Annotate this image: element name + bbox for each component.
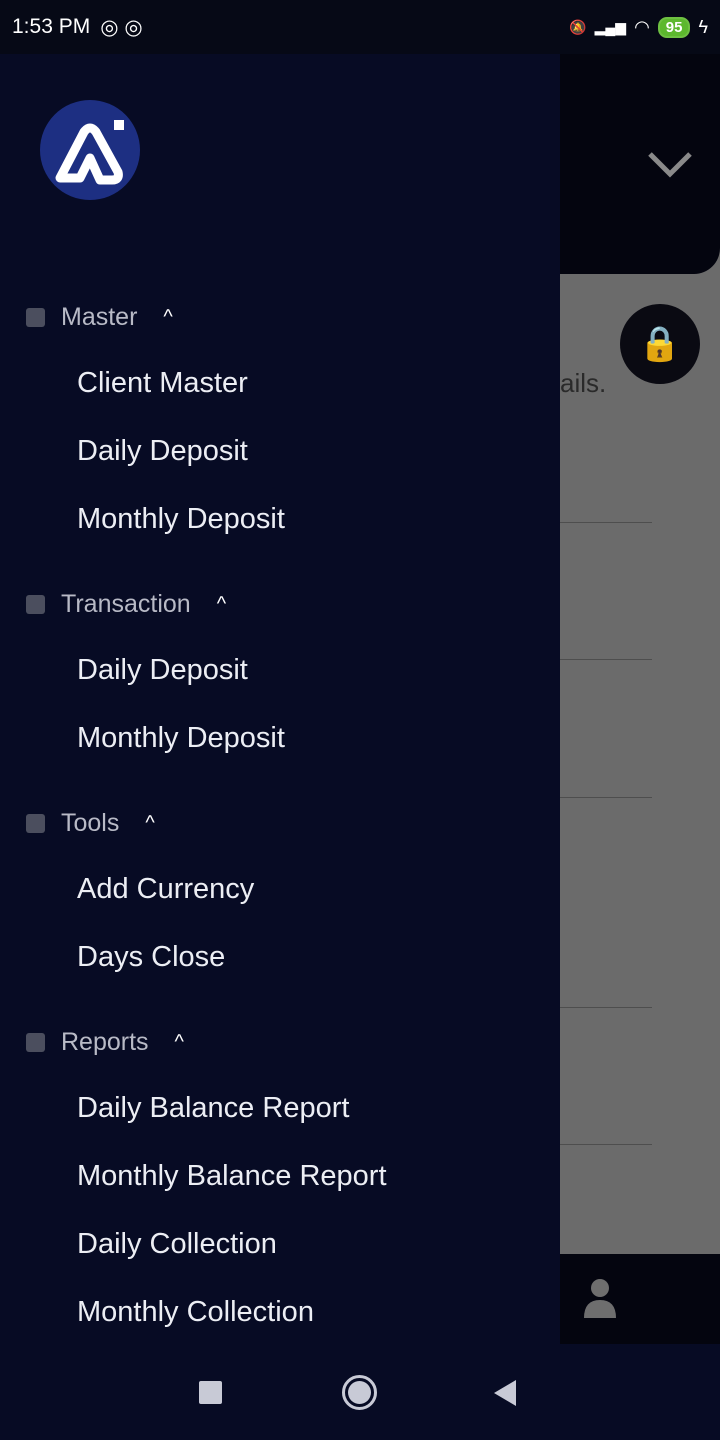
mute-icon: 🔕 xyxy=(569,18,587,35)
section-checkbox-icon xyxy=(26,308,45,327)
chevron-up-icon[interactable]: ^ xyxy=(163,306,172,329)
status-bar: 1:53 PM ◎ ◎ 🔕 ▂▄▆ ◠ 95 ϟ xyxy=(0,0,720,54)
section-checkbox-icon xyxy=(26,814,45,833)
menu-item[interactable]: Monthly Collection xyxy=(77,1296,314,1329)
chevron-up-icon[interactable]: ^ xyxy=(175,1031,184,1054)
chevron-up-icon[interactable]: ^ xyxy=(145,812,154,835)
system-nav-bar xyxy=(0,1344,720,1440)
app-logo xyxy=(40,100,140,200)
lock-settings-icon: 🔒 xyxy=(620,304,700,384)
section-checkbox-icon xyxy=(26,595,45,614)
recents-button[interactable] xyxy=(199,1381,222,1404)
chevron-down-icon xyxy=(648,152,692,178)
menu-item[interactable]: Days Close xyxy=(77,941,225,974)
signal-icon: ▂▄▆ xyxy=(594,18,627,35)
menu-item[interactable]: Daily Collection xyxy=(77,1228,277,1261)
section-title: Master xyxy=(61,303,138,331)
clock: 1:53 PM xyxy=(12,15,91,38)
charging-icon: ϟ xyxy=(698,16,708,37)
section-title: Transaction xyxy=(61,590,191,618)
menu-item[interactable]: Daily Balance Report xyxy=(77,1092,349,1125)
menu-item[interactable]: Add Currency xyxy=(77,873,254,906)
divider xyxy=(560,1007,652,1008)
section-title: Tools xyxy=(61,809,120,837)
section-header-tools[interactable]: Tools ^ xyxy=(26,809,155,838)
battery-icon: 95 xyxy=(657,16,691,38)
menu-item[interactable]: Monthly Deposit xyxy=(77,722,285,755)
home-button[interactable] xyxy=(342,1375,377,1410)
wifi-icon: ◠ xyxy=(634,16,650,37)
divider xyxy=(560,1144,652,1145)
section-checkbox-icon xyxy=(26,1033,45,1052)
navigation-drawer xyxy=(0,54,560,1344)
menu-item[interactable]: Daily Deposit xyxy=(77,654,248,687)
chevron-up-icon[interactable]: ^ xyxy=(217,593,226,616)
divider xyxy=(560,797,652,798)
section-title: Reports xyxy=(61,1028,149,1056)
background-header xyxy=(560,54,720,274)
back-button[interactable] xyxy=(494,1380,516,1406)
section-header-reports[interactable]: Reports ^ xyxy=(26,1028,184,1057)
background-text: ails. xyxy=(560,368,607,398)
menu-item[interactable]: Monthly Balance Report xyxy=(77,1160,387,1193)
notification-icon: ◎ ◎ xyxy=(100,15,143,39)
menu-item[interactable]: Monthly Deposit xyxy=(77,503,285,536)
menu-item[interactable]: Daily Deposit xyxy=(77,435,248,468)
divider xyxy=(560,659,652,660)
divider xyxy=(560,522,652,523)
menu-item[interactable]: Client Master xyxy=(77,367,248,400)
section-header-transaction[interactable]: Transaction ^ xyxy=(26,590,226,619)
person-icon xyxy=(582,1278,618,1327)
section-header-master[interactable]: Master ^ xyxy=(26,303,173,332)
